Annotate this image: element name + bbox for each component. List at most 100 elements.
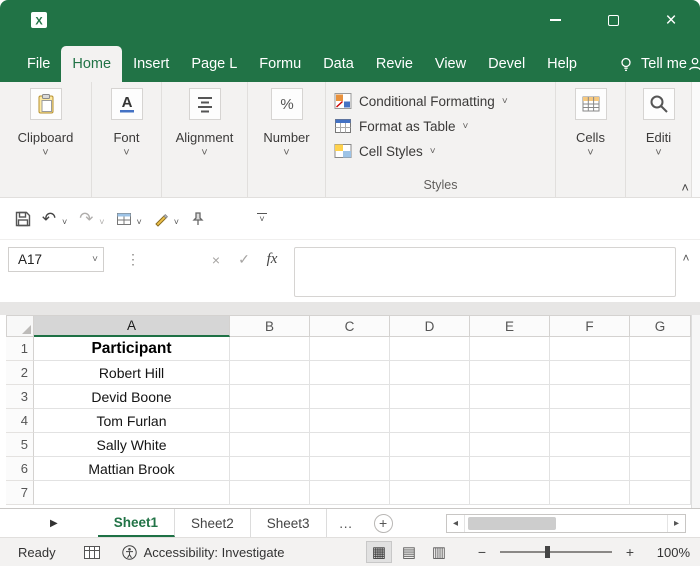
row-header-7[interactable]: 7 bbox=[6, 481, 34, 505]
cell-C7[interactable] bbox=[310, 481, 390, 505]
cell-G1[interactable] bbox=[630, 337, 691, 361]
cell-E1[interactable] bbox=[470, 337, 550, 361]
cell-A6[interactable]: Mattian Brook bbox=[34, 457, 230, 481]
cell-D1[interactable] bbox=[390, 337, 470, 361]
menu-tab-file[interactable]: File bbox=[16, 46, 61, 82]
pin-button[interactable] bbox=[185, 205, 211, 233]
row-header-5[interactable]: 5 bbox=[6, 433, 34, 457]
cell-D6[interactable] bbox=[390, 457, 470, 481]
cell-F2[interactable] bbox=[550, 361, 630, 385]
cell-C6[interactable] bbox=[310, 457, 390, 481]
cell-G2[interactable] bbox=[630, 361, 691, 385]
cells-group-button[interactable]: Cells ˅ bbox=[556, 82, 626, 197]
cell-E6[interactable] bbox=[470, 457, 550, 481]
cell-B1[interactable] bbox=[230, 337, 310, 361]
column-header-E[interactable]: E bbox=[470, 315, 550, 337]
share-button[interactable]: Share bbox=[687, 46, 700, 82]
cell-C5[interactable] bbox=[310, 433, 390, 457]
customize-quick-access-button[interactable]: ˅ bbox=[257, 213, 267, 224]
scroll-left-button[interactable]: ◂ bbox=[447, 515, 464, 532]
add-sheet-button[interactable]: + bbox=[374, 514, 393, 533]
cell-F3[interactable] bbox=[550, 385, 630, 409]
collapse-ribbon-button[interactable]: ˄ bbox=[681, 180, 689, 195]
cell-E7[interactable] bbox=[470, 481, 550, 505]
page-layout-view-button[interactable]: ▤ bbox=[396, 541, 422, 563]
cell-B7[interactable] bbox=[230, 481, 310, 505]
menu-tab-home[interactable]: Home bbox=[61, 46, 122, 82]
font-group-button[interactable]: A Font ˅ bbox=[92, 82, 162, 197]
zoom-slider[interactable] bbox=[500, 551, 612, 553]
cell-A7[interactable] bbox=[34, 481, 230, 505]
clipboard-group-button[interactable]: Clipboard ˅ bbox=[0, 82, 92, 197]
sheet-tab-sheet1[interactable]: Sheet1 bbox=[98, 509, 175, 537]
page-break-view-button[interactable]: ▥ bbox=[426, 541, 452, 563]
cell-G6[interactable] bbox=[630, 457, 691, 481]
row-header-2[interactable]: 2 bbox=[6, 361, 34, 385]
zoom-out-button[interactable]: − bbox=[472, 544, 492, 560]
cell-F4[interactable] bbox=[550, 409, 630, 433]
tell-me-button[interactable]: Tell me bbox=[618, 46, 687, 82]
normal-view-button[interactable]: ▦ bbox=[366, 541, 392, 563]
row-header-3[interactable]: 3 bbox=[6, 385, 34, 409]
menu-tab-data[interactable]: Data bbox=[312, 46, 365, 82]
cell-B3[interactable] bbox=[230, 385, 310, 409]
cell-F7[interactable] bbox=[550, 481, 630, 505]
sheet-tab-sheet2[interactable]: Sheet2 bbox=[175, 509, 251, 537]
horizontal-scrollbar[interactable]: ◂ ▸ bbox=[446, 514, 686, 533]
conditional-formatting-button[interactable]: Conditional Formatting ˅ bbox=[334, 92, 508, 110]
enter-button[interactable]: ✓ bbox=[230, 247, 258, 272]
menu-tab-help[interactable]: Help bbox=[536, 46, 588, 82]
cell-F1[interactable] bbox=[550, 337, 630, 361]
column-header-F[interactable]: F bbox=[550, 315, 630, 337]
save-button[interactable] bbox=[10, 205, 36, 233]
pen-dropdown[interactable]: ˅ bbox=[174, 217, 179, 227]
column-header-A[interactable]: A bbox=[34, 315, 230, 337]
redo-button[interactable]: ↷ bbox=[73, 205, 99, 233]
scroll-right-button[interactable]: ▸ bbox=[668, 515, 685, 532]
cell-F5[interactable] bbox=[550, 433, 630, 457]
cell-A2[interactable]: Robert Hill bbox=[34, 361, 230, 385]
collapse-formula-bar-button[interactable]: ˄ bbox=[676, 247, 696, 265]
cancel-button[interactable]: × bbox=[202, 247, 230, 272]
cell-C3[interactable] bbox=[310, 385, 390, 409]
minimize-button[interactable] bbox=[526, 0, 584, 40]
accessibility-button[interactable]: Accessibility: Investigate bbox=[122, 545, 285, 560]
cell-G5[interactable] bbox=[630, 433, 691, 457]
vertical-scrollbar[interactable] bbox=[691, 315, 700, 508]
column-header-G[interactable]: G bbox=[630, 315, 691, 337]
name-box[interactable]: A17 ˅ bbox=[8, 247, 104, 272]
undo-button[interactable]: ↶ bbox=[36, 205, 62, 233]
cell-E2[interactable] bbox=[470, 361, 550, 385]
cell-D2[interactable] bbox=[390, 361, 470, 385]
cell-C2[interactable] bbox=[310, 361, 390, 385]
cell-C4[interactable] bbox=[310, 409, 390, 433]
menu-tab-review[interactable]: Revie bbox=[365, 46, 424, 82]
sheet-tab-sheet3[interactable]: Sheet3 bbox=[251, 509, 327, 537]
zoom-in-button[interactable]: + bbox=[620, 544, 640, 560]
ribbon-scrollbar[interactable] bbox=[691, 82, 700, 197]
cell-A5[interactable]: Sally White bbox=[34, 433, 230, 457]
cell-B5[interactable] bbox=[230, 433, 310, 457]
cell-B2[interactable] bbox=[230, 361, 310, 385]
cell-F6[interactable] bbox=[550, 457, 630, 481]
formula-bar-drag-handle[interactable]: ⋮ bbox=[126, 251, 140, 268]
formula-input[interactable] bbox=[294, 247, 676, 297]
cell-E4[interactable] bbox=[470, 409, 550, 433]
cell-G3[interactable] bbox=[630, 385, 691, 409]
cell-D4[interactable] bbox=[390, 409, 470, 433]
row-header-6[interactable]: 6 bbox=[6, 457, 34, 481]
menu-tab-page-layout[interactable]: Page L bbox=[180, 46, 248, 82]
more-sheets-button[interactable]: … bbox=[327, 515, 366, 531]
macro-record-button[interactable] bbox=[84, 546, 100, 559]
cell-A3[interactable]: Devid Boone bbox=[34, 385, 230, 409]
insert-function-button[interactable]: fx bbox=[258, 247, 286, 272]
column-header-C[interactable]: C bbox=[310, 315, 390, 337]
scrollbar-thumb[interactable] bbox=[468, 517, 556, 530]
cell-D7[interactable] bbox=[390, 481, 470, 505]
cell-D3[interactable] bbox=[390, 385, 470, 409]
undo-dropdown[interactable]: ˅ bbox=[62, 217, 67, 227]
name-box-dropdown[interactable]: ˅ bbox=[87, 254, 103, 265]
menu-tab-insert[interactable]: Insert bbox=[122, 46, 180, 82]
redo-dropdown[interactable]: ˅ bbox=[99, 217, 104, 227]
maximize-button[interactable] bbox=[584, 0, 642, 40]
